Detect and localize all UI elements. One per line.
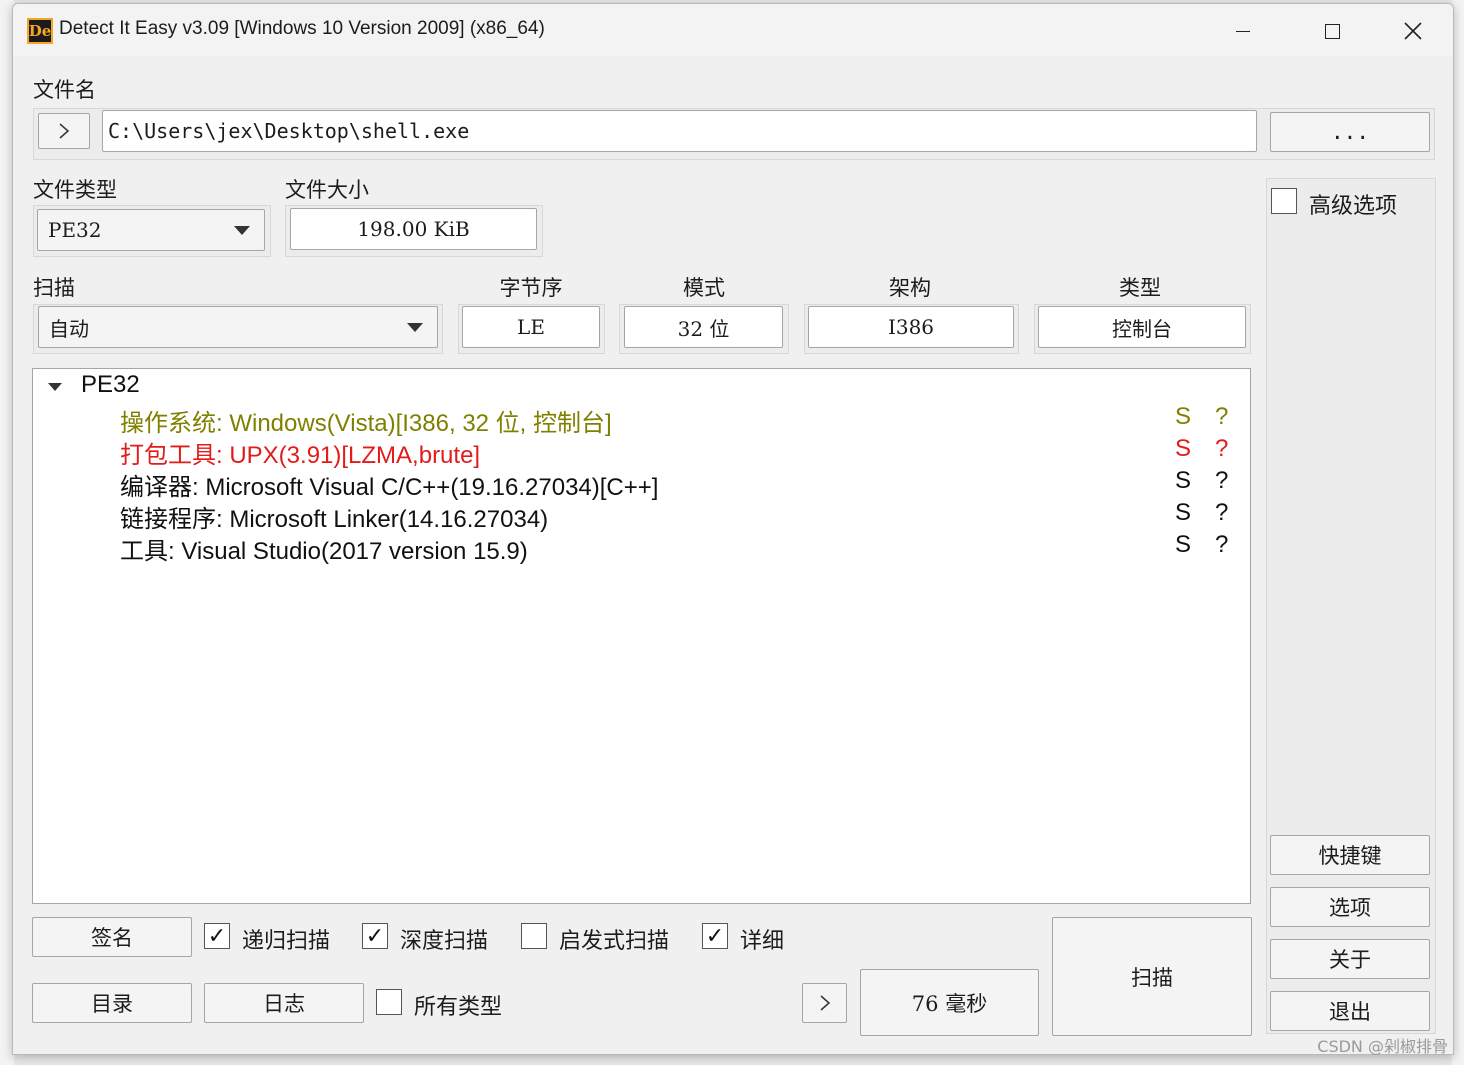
result-info-flag[interactable]: ?	[1215, 435, 1228, 463]
close-icon	[1404, 22, 1422, 40]
result-row[interactable]: 打包工具: UPX(3.91)[LZMA,brute] S?	[120, 435, 1240, 469]
recursive-scan-checkbox[interactable]: ✓	[204, 923, 230, 949]
directory-button[interactable]: 目录	[32, 983, 192, 1023]
file-name-label: 文件名	[33, 78, 96, 102]
file-history-button[interactable]	[38, 113, 90, 149]
verbose-checkbox[interactable]: ✓	[702, 923, 728, 949]
file-type-value: PE32	[48, 218, 102, 242]
tree-root-label[interactable]: PE32	[81, 371, 140, 399]
result-signature-flag[interactable]: S	[1175, 403, 1191, 431]
title-bar: De Detect It Easy v3.09 [Windows 10 Vers…	[13, 4, 1453, 56]
result-signature-flag[interactable]: S	[1175, 531, 1191, 559]
about-button[interactable]: 关于	[1270, 939, 1430, 979]
scan-button[interactable]: 扫描	[1052, 917, 1252, 1036]
window-title: Detect It Easy v3.09 [Windows 10 Version…	[59, 18, 545, 39]
endianness-value: LE	[462, 306, 600, 348]
browse-button[interactable]: ...	[1270, 112, 1430, 152]
mode-label: 模式	[683, 276, 725, 300]
chevron-right-icon	[820, 995, 830, 1011]
file-type-select[interactable]: PE32	[37, 209, 265, 251]
result-text: 链接程序: Microsoft Linker(14.16.27034)	[120, 506, 549, 533]
scan-mode-value: 自动	[49, 316, 89, 341]
checkmark-icon: ✓	[365, 923, 385, 949]
advanced-checkbox[interactable]	[1271, 188, 1297, 214]
chevron-right-icon	[59, 123, 70, 139]
signatures-button[interactable]: 签名	[32, 917, 192, 957]
endianness-label: 字节序	[499, 276, 563, 300]
chevron-down-icon	[407, 323, 423, 332]
result-row[interactable]: 操作系统: Windows(Vista)[I386, 32 位, 控制台] S?	[120, 403, 1240, 437]
result-signature-flag[interactable]: S	[1175, 467, 1191, 495]
result-signature-flag[interactable]: S	[1175, 499, 1191, 527]
deep-scan-checkbox[interactable]: ✓	[362, 923, 388, 949]
log-button[interactable]: 日志	[204, 983, 364, 1023]
chevron-down-icon	[234, 226, 250, 235]
result-info-flag[interactable]: ?	[1215, 531, 1228, 559]
shortcuts-button[interactable]: 快捷键	[1270, 835, 1430, 875]
result-signature-flag[interactable]: S	[1175, 435, 1191, 463]
file-type-label: 文件类型	[33, 178, 117, 202]
file-size-value: 198.00 KiB	[290, 208, 537, 250]
close-button[interactable]	[1390, 12, 1436, 50]
result-text: 操作系统: Windows(Vista)[I386, 32 位, 控制台]	[120, 410, 612, 437]
result-row[interactable]: 链接程序: Microsoft Linker(14.16.27034) S?	[120, 499, 1240, 533]
heuristic-scan-label: 启发式扫描	[559, 929, 670, 954]
result-row[interactable]: 编译器: Microsoft Visual C/C++(19.16.27034)…	[120, 467, 1240, 501]
all-types-checkbox[interactable]	[376, 989, 402, 1015]
minimize-icon	[1236, 30, 1250, 32]
result-info-flag[interactable]: ?	[1215, 499, 1228, 527]
exit-button[interactable]: 退出	[1270, 991, 1430, 1031]
all-types-label: 所有类型	[414, 995, 503, 1020]
file-path-input[interactable]: C:\Users\jex\Desktop\shell.exe	[102, 110, 1257, 152]
elapsed-time-display: 76 毫秒	[860, 969, 1039, 1036]
verbose-label: 详细	[740, 929, 785, 954]
deep-scan-label: 深度扫描	[400, 929, 489, 954]
arch-label: 架构	[889, 276, 931, 300]
scan-mode-select[interactable]: 自动	[38, 306, 438, 348]
minimize-button[interactable]	[1220, 12, 1266, 50]
heuristic-scan-checkbox[interactable]	[521, 923, 547, 949]
result-info-flag[interactable]: ?	[1215, 467, 1228, 495]
results-tree[interactable]: PE32 操作系统: Windows(Vista)[I386, 32 位, 控制…	[32, 368, 1251, 904]
maximize-button[interactable]	[1309, 12, 1355, 50]
checkmark-icon: ✓	[207, 923, 227, 949]
file-size-label: 文件大小	[285, 178, 369, 202]
app-logo-icon: De	[27, 18, 53, 44]
result-text: 打包工具: UPX(3.91)[LZMA,brute]	[120, 442, 481, 469]
arch-value: I386	[808, 306, 1014, 348]
options-button[interactable]: 选项	[1270, 887, 1430, 927]
mode-value: 32 位	[624, 306, 783, 348]
next-button[interactable]	[802, 983, 847, 1023]
maximize-icon	[1324, 23, 1340, 39]
result-info-flag[interactable]: ?	[1215, 403, 1228, 431]
watermark: CSDN @剁椒排骨	[1317, 1037, 1448, 1056]
tree-expand-icon[interactable]	[47, 381, 63, 393]
result-row[interactable]: 工具: Visual Studio(2017 version 15.9) S?	[120, 531, 1240, 565]
result-text: 编译器: Microsoft Visual C/C++(19.16.27034)…	[120, 474, 659, 501]
advanced-label: 高级选项	[1309, 194, 1398, 219]
scan-label: 扫描	[33, 276, 75, 300]
result-text: 工具: Visual Studio(2017 version 15.9)	[120, 538, 528, 565]
main-window: De Detect It Easy v3.09 [Windows 10 Vers…	[12, 3, 1454, 1055]
type-value: 控制台	[1038, 306, 1246, 348]
type-label: 类型	[1119, 276, 1161, 300]
recursive-scan-label: 递归扫描	[242, 929, 331, 954]
checkmark-icon: ✓	[705, 923, 725, 949]
